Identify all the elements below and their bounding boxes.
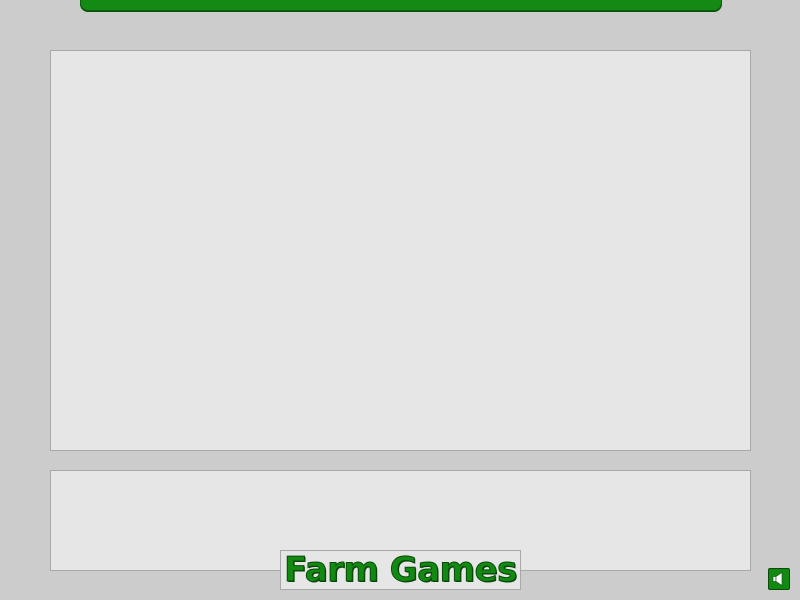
game-title-box: Farm Games (280, 550, 521, 590)
game-stage: Farm Games (0, 0, 800, 600)
speaker-icon (772, 571, 783, 587)
game-play-area[interactable] (50, 50, 751, 451)
top-banner-bar (80, 0, 722, 11)
sound-toggle-button[interactable] (768, 568, 790, 590)
game-title: Farm Games (284, 550, 518, 590)
